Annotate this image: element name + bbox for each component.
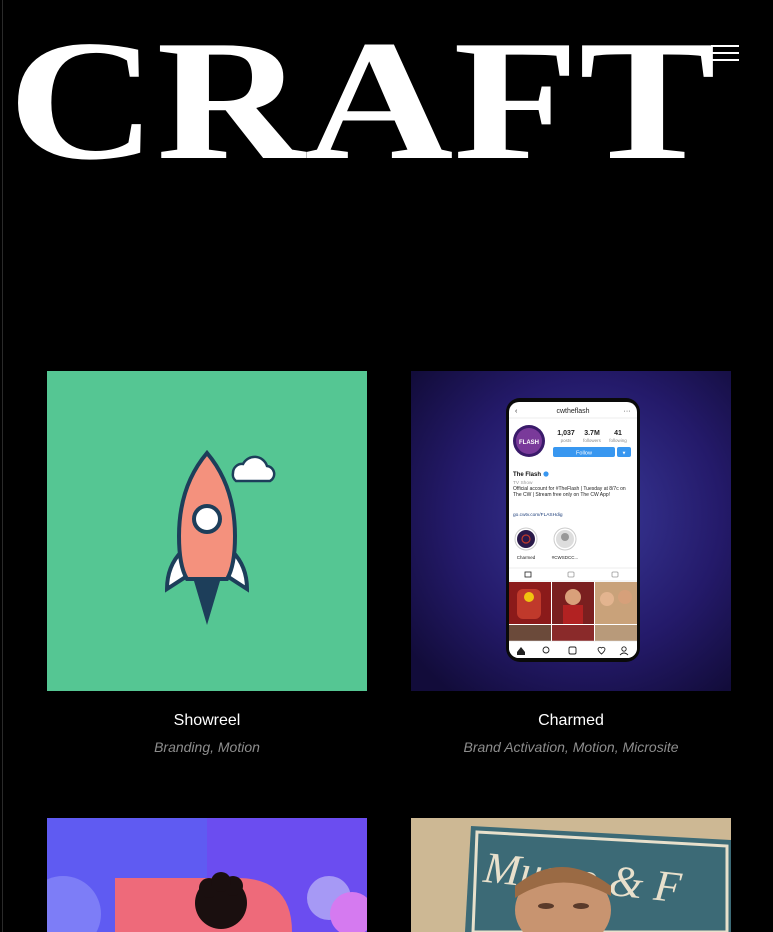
craft-logo-text: CRAFT [8, 30, 716, 165]
profile-name: The Flash [513, 472, 541, 478]
posts-count: 1,037 [557, 430, 575, 437]
film-still-image: Musso & F [411, 818, 731, 932]
project-thumbnail-charmed[interactable]: ‹ cwtheflash ··· FLASH 1,037 posts 3.7M … [411, 371, 731, 691]
followers-label: followers [583, 438, 602, 443]
profile-bio: Official account for #TheFlash | Tuesday… [513, 486, 626, 499]
menu-button[interactable] [708, 42, 742, 64]
following-count: 41 [614, 430, 622, 437]
highlight-label: #CWSDCC... [552, 555, 579, 560]
project-tags: Brand Activation, Motion, Microsite [463, 739, 679, 755]
hamburger-icon-line [711, 45, 739, 47]
verified-icon [543, 471, 549, 477]
project-card-4[interactable]: Musso & F [411, 818, 731, 932]
project-card-charmed[interactable]: ‹ cwtheflash ··· FLASH 1,037 posts 3.7M … [411, 371, 731, 755]
follow-button-label: Follow [576, 451, 592, 457]
posts-label: posts [561, 438, 573, 443]
following-label: following [609, 438, 627, 443]
project-title[interactable]: Charmed [411, 711, 731, 731]
followers-count: 3.7M [584, 430, 600, 437]
project-thumbnail-showreel[interactable] [47, 371, 367, 691]
more-icon: ··· [624, 408, 631, 415]
highlight-label: Charmed [517, 555, 536, 560]
hamburger-icon-line [711, 59, 739, 61]
project-title[interactable]: Showreel [47, 711, 367, 731]
page-left-border [2, 0, 3, 932]
portrait-illustration-image [47, 818, 367, 932]
profile-link[interactable]: go.cwtv.com/FLASHdig [513, 512, 563, 518]
phone-username: cwtheflash [556, 408, 589, 415]
dropdown-icon: ▾ [623, 451, 626, 457]
project-thumbnail-3[interactable] [47, 818, 367, 932]
project-tags: Branding, Motion [154, 739, 260, 755]
project-card-showreel[interactable]: Showreel Branding, Motion [47, 371, 367, 755]
hamburger-icon-line [711, 52, 739, 54]
profile-avatar-text: FLASH [519, 440, 539, 446]
project-thumbnail-4[interactable]: Musso & F [411, 818, 731, 932]
craft-logo[interactable]: CRAFT [8, 30, 718, 165]
phone-mockup-image: ‹ cwtheflash ··· FLASH 1,037 posts 3.7M … [411, 371, 731, 691]
project-card-3[interactable] [47, 818, 367, 932]
rocket-icon [164, 449, 276, 625]
